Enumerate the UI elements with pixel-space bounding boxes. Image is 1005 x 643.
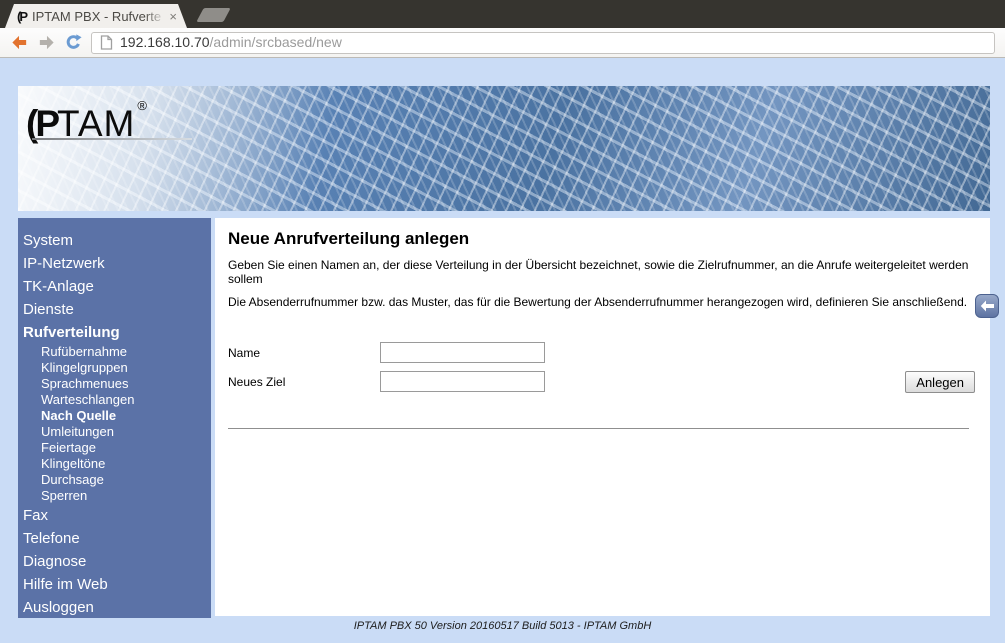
forward-icon[interactable] <box>37 33 56 52</box>
sidebar-item-system[interactable]: System <box>18 229 211 252</box>
address-bar[interactable]: 192.168.10.70/admin/srcbased/new <box>91 31 995 54</box>
new-tab-button[interactable] <box>196 8 231 22</box>
name-label: Name <box>228 346 261 360</box>
sidebar-item-tk-anlage[interactable]: TK-Anlage <box>18 275 211 298</box>
sidebar-item-ip-netzwerk[interactable]: IP-Netzwerk <box>18 252 211 275</box>
sidebar-item-diagnose[interactable]: Diagnose <box>18 550 211 573</box>
page-icon <box>100 35 113 50</box>
sidebar-item-rufuebernahme[interactable]: Rufübernahme <box>18 344 211 360</box>
sidebar-item-ausloggen[interactable]: Ausloggen <box>18 596 211 619</box>
sidebar-item-klingeltoene[interactable]: Klingeltöne <box>18 456 211 472</box>
sidebar-item-telefone[interactable]: Telefone <box>18 527 211 550</box>
logo-underline <box>32 138 192 140</box>
name-row: Name <box>228 342 976 371</box>
name-input[interactable] <box>380 342 545 363</box>
back-nav-button[interactable] <box>975 294 999 318</box>
tab-title: IPTAM PBX - Rufverte <box>32 8 162 24</box>
sidebar-item-rufverteilung[interactable]: Rufverteilung <box>18 321 211 344</box>
target-label: Neues Ziel <box>228 375 286 389</box>
intro-paragraph-1: Geben Sie einen Namen an, der diese Vert… <box>228 258 969 286</box>
browser-toolbar: 192.168.10.70/admin/srcbased/new <box>0 28 1005 58</box>
url-text: 192.168.10.70/admin/srcbased/new <box>120 34 342 52</box>
favicon-icon: (P <box>17 8 28 24</box>
back-arrow-icon <box>980 300 994 312</box>
intro-paragraph-2: Die Absenderrufnummer bzw. das Muster, d… <box>228 295 968 309</box>
sidebar-item-dienste[interactable]: Dienste <box>18 298 211 321</box>
target-input[interactable] <box>380 371 545 392</box>
browser-tab[interactable]: (P IPTAM PBX - Rufverte × <box>5 4 187 28</box>
back-icon[interactable] <box>10 33 29 52</box>
sidebar-item-warteschlangen[interactable]: Warteschlangen <box>18 392 211 408</box>
target-row: Neues Ziel Anlegen <box>228 371 976 400</box>
sidebar-item-klingelgruppen[interactable]: Klingelgruppen <box>18 360 211 376</box>
sidebar-nav: System IP-Netzwerk TK-Anlage Dienste Rufvert… <box>18 218 211 618</box>
form-spacer <box>228 318 976 342</box>
sidebar-item-hilfe-im-web[interactable]: Hilfe im Web <box>18 573 211 596</box>
registered-mark: ® <box>137 98 147 113</box>
sidebar-item-durchsage[interactable]: Durchsage <box>18 472 211 488</box>
sidebar-item-fax[interactable]: Fax <box>18 504 211 527</box>
url-host: 192.168.10.70 <box>120 33 210 50</box>
header-banner-image: (PTAM ® <box>18 86 990 211</box>
browser-titlebar: (P IPTAM PBX - Rufverte × <box>0 0 1005 28</box>
main-content: Neue Anrufverteilung anlegen Geben Sie e… <box>215 218 990 616</box>
anlegen-button[interactable]: Anlegen <box>905 371 975 393</box>
sidebar-item-sprachmenues[interactable]: Sprachmenues <box>18 376 211 392</box>
sidebar-item-nach-quelle[interactable]: Nach Quelle <box>18 408 211 424</box>
url-path: /admin/srcbased/new <box>209 33 342 50</box>
reload-icon[interactable] <box>64 33 83 52</box>
sidebar-item-sperren[interactable]: Sperren <box>18 488 211 504</box>
sidebar-item-feiertage[interactable]: Feiertage <box>18 440 211 456</box>
content-divider <box>228 428 969 429</box>
footer-version-text: IPTAM PBX 50 Version 20160517 Build 5013… <box>353 620 652 632</box>
close-tab-icon[interactable]: × <box>169 9 177 24</box>
sidebar-item-umleitungen[interactable]: Umleitungen <box>18 424 211 440</box>
page-title: Neue Anrufverteilung anlegen <box>228 229 470 248</box>
page-body: (PTAM ® System IP-Netzwerk TK-Anlage Dienste… <box>0 58 1005 641</box>
